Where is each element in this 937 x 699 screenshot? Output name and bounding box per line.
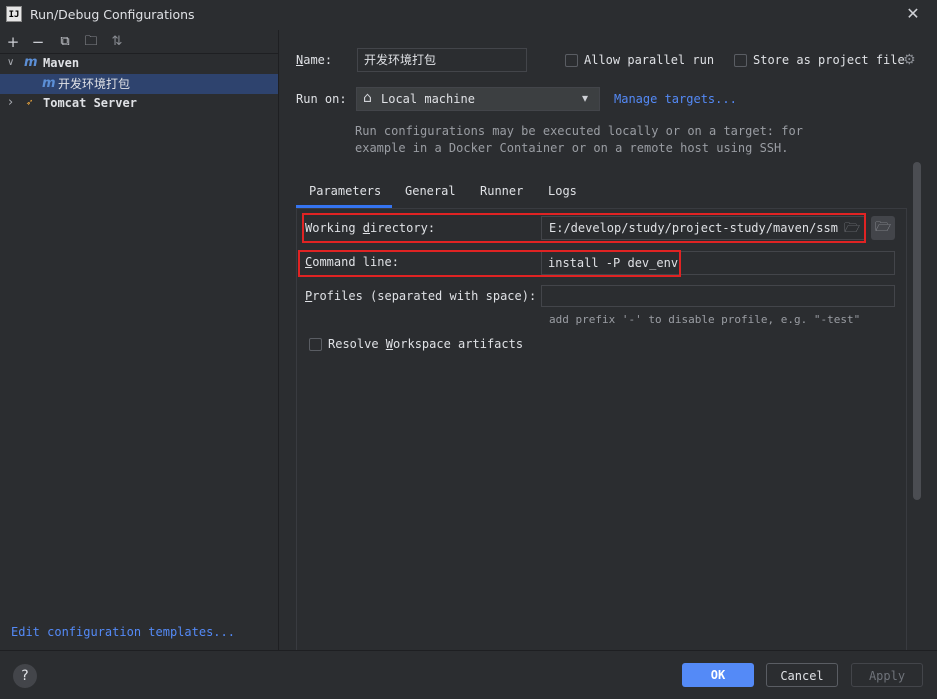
resolve-workspace-artifacts-checkbox[interactable] — [309, 338, 322, 351]
tree-item-tomcat[interactable]: › ➶ Tomcat Server — [0, 93, 278, 113]
command-line-highlight — [298, 250, 681, 277]
profiles-hint: add prefix '-' to disable profile, e.g. … — [549, 313, 861, 326]
tree-item-label: Maven — [43, 56, 80, 70]
working-directory-highlight — [302, 213, 866, 243]
store-as-project-file-label[interactable]: Store as project file — [753, 53, 905, 67]
tree-item-maven-config[interactable]: m 开发环境打包 — [0, 74, 278, 94]
configurations-tree-panel — [0, 30, 279, 650]
maven-icon: m — [42, 76, 56, 91]
help-button[interactable]: ? — [13, 664, 37, 688]
run-on-hint-line-2: example in a Docker Container or on a re… — [355, 141, 789, 155]
manage-targets-link[interactable]: Manage targets... — [614, 92, 737, 106]
sort-icon[interactable]: ⇅ — [108, 33, 126, 51]
name-label-rest: ame: — [303, 53, 333, 67]
home-icon: ⌂ — [363, 90, 372, 106]
module-folder-icon[interactable]: 🗁 — [871, 216, 895, 240]
tree-item-maven[interactable]: ∨ m Maven — [0, 53, 278, 73]
remove-icon[interactable]: − — [29, 33, 47, 51]
copy-icon[interactable]: ⧉ — [56, 33, 74, 51]
run-on-label: Run on: — [296, 92, 347, 106]
chevron-down-icon: ▾ — [582, 91, 589, 105]
tree-item-label: 开发环境打包 — [58, 77, 131, 91]
allow-parallel-run-label[interactable]: Allow parallel run — [584, 53, 714, 67]
profiles-label: Profiles (separated with space): — [305, 289, 537, 303]
edit-configuration-templates-link[interactable]: Edit configuration templates... — [11, 625, 235, 639]
intellij-app-icon: IJ — [6, 6, 22, 22]
tree-item-label: Tomcat Server — [43, 96, 137, 110]
chevron-right-icon[interactable]: › — [8, 93, 13, 113]
tab-general[interactable]: General — [405, 184, 456, 208]
store-as-project-file-checkbox[interactable] — [734, 54, 747, 67]
resolve-workspace-artifacts-label[interactable]: Resolve Workspace artifacts — [328, 337, 523, 351]
apply-button[interactable]: Apply — [851, 663, 923, 687]
tab-runner[interactable]: Runner — [480, 184, 523, 208]
run-on-value: Local machine — [381, 92, 475, 106]
ok-button[interactable]: OK — [682, 663, 754, 687]
name-field[interactable]: 开发环境打包 — [357, 48, 527, 72]
close-icon[interactable]: ✕ — [904, 5, 922, 23]
new-folder-icon[interactable]: 🗀 — [82, 33, 100, 51]
window-title: Run/Debug Configurations — [30, 7, 195, 22]
add-icon[interactable]: + — [4, 33, 22, 51]
vertical-scrollbar[interactable] — [913, 162, 921, 500]
name-label: Name: — [296, 53, 333, 67]
maven-icon: m — [24, 55, 38, 70]
allow-parallel-run-checkbox[interactable] — [565, 54, 578, 67]
gear-icon[interactable]: ⚙ — [903, 52, 916, 68]
tab-logs[interactable]: Logs — [548, 184, 577, 208]
run-on-dropdown[interactable]: ⌂ Local machine ▾ — [356, 87, 600, 111]
profiles-field[interactable] — [541, 285, 895, 307]
chevron-down-icon[interactable]: ∨ — [7, 53, 14, 73]
run-on-hint-line-1: Run configurations may be executed local… — [355, 124, 803, 138]
tomcat-icon: ➶ — [26, 96, 33, 109]
cancel-button[interactable]: Cancel — [766, 663, 838, 687]
